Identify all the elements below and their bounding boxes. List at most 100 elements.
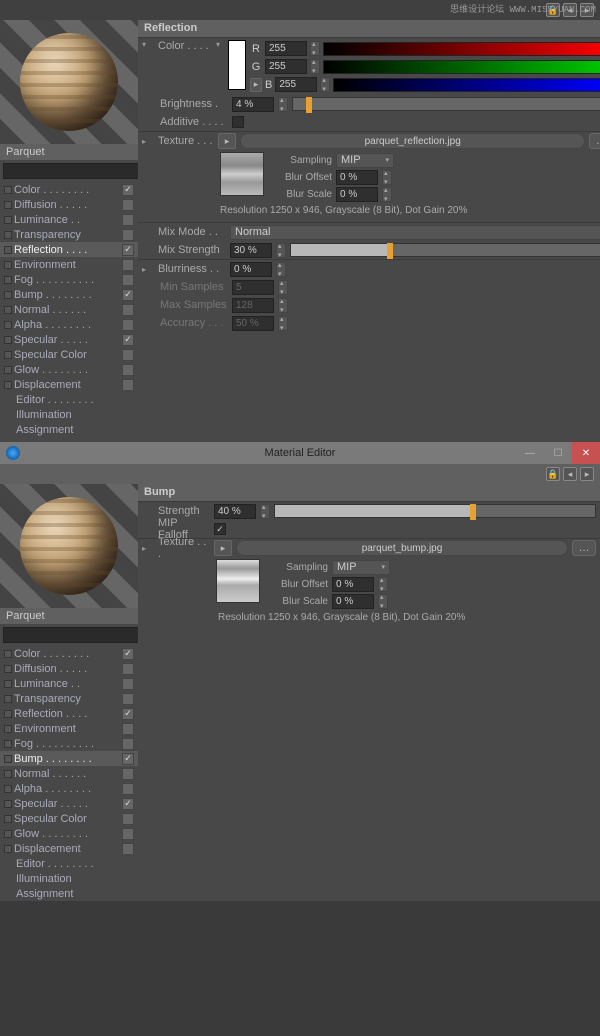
channel-enable-icon[interactable] — [4, 321, 12, 329]
channel-checkbox[interactable] — [122, 199, 134, 211]
blur-scale-input[interactable]: 0 % — [336, 187, 378, 202]
channel-transparency[interactable]: Transparency — [0, 691, 138, 706]
g-gradient[interactable] — [323, 60, 600, 74]
channel-enable-icon[interactable] — [4, 770, 12, 778]
channel-fog[interactable]: Fog . . . . . . . . . . — [0, 736, 138, 751]
r-spinner[interactable] — [310, 41, 320, 56]
channel-enable-icon[interactable] — [4, 216, 12, 224]
mixmode-dropdown[interactable]: Normal▾ — [230, 225, 600, 240]
channel-enable-icon[interactable] — [4, 336, 12, 344]
channel-enable-icon[interactable] — [4, 231, 12, 239]
channel-checkbox[interactable] — [122, 229, 134, 241]
channel-enable-icon[interactable] — [4, 201, 12, 209]
channel-checkbox[interactable] — [122, 708, 134, 720]
channel-checkbox[interactable] — [122, 184, 134, 196]
mode-toggle-icon[interactable]: ▸ — [250, 78, 262, 92]
channel-alpha[interactable]: Alpha . . . . . . . . — [0, 317, 138, 332]
channel-enable-icon[interactable] — [4, 650, 12, 658]
strength-spinner[interactable] — [260, 504, 270, 519]
search-input[interactable] — [3, 627, 147, 643]
channel-checkbox[interactable] — [122, 319, 134, 331]
channel-diffusion[interactable]: Diffusion . . . . . — [0, 661, 138, 676]
channel-specular-color[interactable]: Specular Color — [0, 811, 138, 826]
color-dd-icon[interactable]: ▾ — [216, 40, 224, 49]
expand-blur-icon[interactable]: ▸ — [142, 265, 150, 274]
channel-enable-icon[interactable] — [4, 381, 12, 389]
expand-texture-icon[interactable]: ▸ — [142, 544, 150, 553]
channel-enable-icon[interactable] — [4, 366, 12, 374]
channel-reflection[interactable]: Reflection . . . . — [0, 242, 138, 257]
brightness-spinner[interactable] — [278, 97, 288, 112]
channel-color[interactable]: Color . . . . . . . . — [0, 182, 138, 197]
channel-checkbox[interactable] — [122, 798, 134, 810]
material-name[interactable]: Parquet — [0, 608, 138, 624]
channel-editor[interactable]: Editor . . . . . . . . — [0, 856, 138, 871]
prev-icon[interactable]: ◂ — [563, 467, 577, 481]
channel-environment[interactable]: Environment — [0, 257, 138, 272]
r-input[interactable]: 255 — [265, 41, 307, 56]
blur-offset-input[interactable]: 0 % — [332, 577, 374, 592]
channel-checkbox[interactable] — [122, 364, 134, 376]
channel-color[interactable]: Color . . . . . . . . — [0, 646, 138, 661]
expand-color-icon[interactable]: ▾ — [142, 40, 150, 49]
strength-input[interactable]: 40 % — [214, 504, 256, 519]
channel-enable-icon[interactable] — [4, 740, 12, 748]
strength-slider[interactable] — [274, 504, 596, 518]
blur-scale-input[interactable]: 0 % — [332, 594, 374, 609]
channel-checkbox[interactable] — [122, 768, 134, 780]
color-swatch[interactable] — [228, 40, 246, 90]
search-input[interactable] — [3, 163, 147, 179]
channel-checkbox[interactable] — [122, 349, 134, 361]
blur-offset-spinner[interactable] — [378, 577, 388, 592]
channel-checkbox[interactable] — [122, 753, 134, 765]
brightness-slider[interactable] — [292, 97, 600, 111]
channel-enable-icon[interactable] — [4, 665, 12, 673]
channel-enable-icon[interactable] — [4, 276, 12, 284]
channel-enable-icon[interactable] — [4, 695, 12, 703]
channel-enable-icon[interactable] — [4, 725, 12, 733]
channel-enable-icon[interactable] — [4, 246, 12, 254]
channel-enable-icon[interactable] — [4, 680, 12, 688]
channel-enable-icon[interactable] — [4, 800, 12, 808]
channel-enable-icon[interactable] — [4, 186, 12, 194]
mixstrength-spinner[interactable] — [276, 243, 286, 258]
b-input[interactable]: 255 — [275, 77, 317, 92]
channel-assignment[interactable]: Assignment — [0, 422, 138, 437]
blur-scale-spinner[interactable] — [382, 187, 392, 202]
channel-checkbox[interactable] — [122, 289, 134, 301]
channel-displacement[interactable]: Displacement — [0, 841, 138, 856]
channel-enable-icon[interactable] — [4, 830, 12, 838]
b-spinner[interactable] — [320, 77, 330, 92]
channel-checkbox[interactable] — [122, 678, 134, 690]
material-preview[interactable] — [0, 484, 138, 608]
lock-icon[interactable]: 🔒 — [546, 467, 560, 481]
channel-transparency[interactable]: Transparency — [0, 227, 138, 242]
channel-checkbox[interactable] — [122, 214, 134, 226]
channel-enable-icon[interactable] — [4, 306, 12, 314]
channel-checkbox[interactable] — [122, 274, 134, 286]
channel-checkbox[interactable] — [122, 244, 134, 256]
window-titlebar[interactable]: Material Editor — ☐ ✕ — [0, 442, 600, 464]
mixstrength-slider[interactable] — [290, 243, 600, 257]
channel-specular[interactable]: Specular . . . . . — [0, 332, 138, 347]
blur-scale-spinner[interactable] — [378, 594, 388, 609]
channel-enable-icon[interactable] — [4, 845, 12, 853]
sampling-dropdown[interactable]: MIP▾ — [336, 153, 394, 168]
channel-checkbox[interactable] — [122, 334, 134, 346]
channel-glow[interactable]: Glow . . . . . . . . — [0, 362, 138, 377]
channel-bump[interactable]: Bump . . . . . . . . — [0, 751, 138, 766]
material-name[interactable]: Parquet — [0, 144, 138, 160]
channel-reflection[interactable]: Reflection . . . . — [0, 706, 138, 721]
channel-specular-color[interactable]: Specular Color — [0, 347, 138, 362]
channel-bump[interactable]: Bump . . . . . . . . — [0, 287, 138, 302]
channel-illumination[interactable]: Illumination — [0, 871, 138, 886]
channel-enable-icon[interactable] — [4, 710, 12, 718]
blur-offset-input[interactable]: 0 % — [336, 170, 378, 185]
channel-checkbox[interactable] — [122, 304, 134, 316]
expand-texture-icon[interactable]: ▸ — [142, 137, 150, 146]
channel-checkbox[interactable] — [122, 723, 134, 735]
channel-enable-icon[interactable] — [4, 815, 12, 823]
channel-enable-icon[interactable] — [4, 351, 12, 359]
g-input[interactable]: 255 — [265, 59, 307, 74]
channel-enable-icon[interactable] — [4, 261, 12, 269]
